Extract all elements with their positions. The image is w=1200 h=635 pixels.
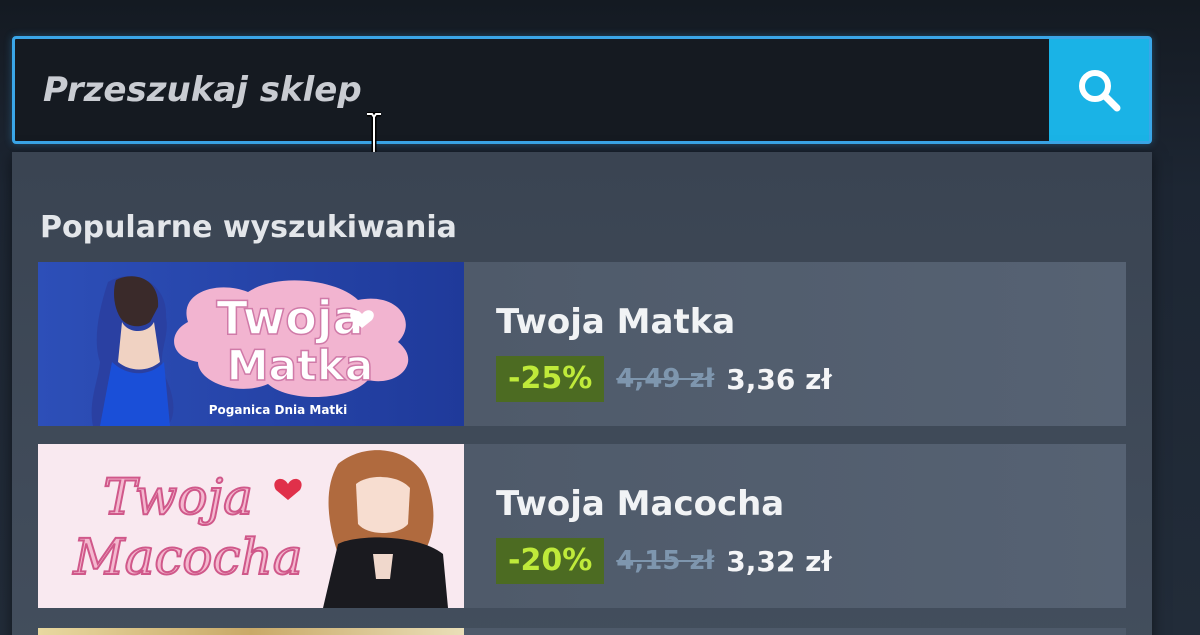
thumb-subtitle: Poganica Dnia Matki: [209, 403, 348, 417]
price-row: -25% 4,49 zł 3,36 zł: [496, 356, 832, 402]
search-result-item[interactable]: Twoja Macocha Twoja Macocha -20% 4,15 zł…: [38, 444, 1126, 608]
final-price: 3,32 zł: [726, 544, 832, 578]
search-suggestions-dropdown: Popularne wyszukiwania Twoja Matka Pogan…: [12, 152, 1152, 635]
store-page: Popularne wyszukiwania: [0, 0, 1200, 635]
search-icon: [1079, 70, 1121, 112]
search-result-item[interactable]: Twoja Matka Poganica Dnia Matki Twoja Ma…: [38, 262, 1126, 426]
original-price: 4,49 zł: [616, 364, 715, 394]
thumb-title-line1: Twoja: [216, 291, 363, 345]
price-row: -20% 4,15 zł 3,32 zł: [496, 538, 832, 584]
thumb-title-line2: Matka: [227, 341, 374, 390]
popular-searches-title: Popularne wyszukiwania: [40, 210, 457, 245]
result-title: Twoja Macocha: [496, 484, 785, 524]
game-thumbnail-partial: [38, 628, 464, 635]
store-search-bar: [12, 36, 1152, 144]
search-result-item-partial[interactable]: [464, 628, 1126, 635]
store-search-input[interactable]: [15, 39, 1050, 141]
game-thumbnail-twoja-macocha: Twoja Macocha: [38, 444, 464, 608]
thumb-title-line2: Macocha: [72, 528, 302, 586]
discount-badge: -25%: [496, 356, 605, 402]
original-price: 4,15 zł: [616, 546, 715, 576]
game-thumbnail-twoja-matka: Twoja Matka Poganica Dnia Matki: [38, 262, 464, 426]
discount-badge: -20%: [496, 538, 605, 584]
thumb-title-line1: Twoja: [103, 468, 253, 526]
final-price: 3,36 zł: [726, 362, 832, 396]
search-button[interactable]: [1049, 39, 1149, 141]
result-title: Twoja Matka: [496, 302, 736, 342]
